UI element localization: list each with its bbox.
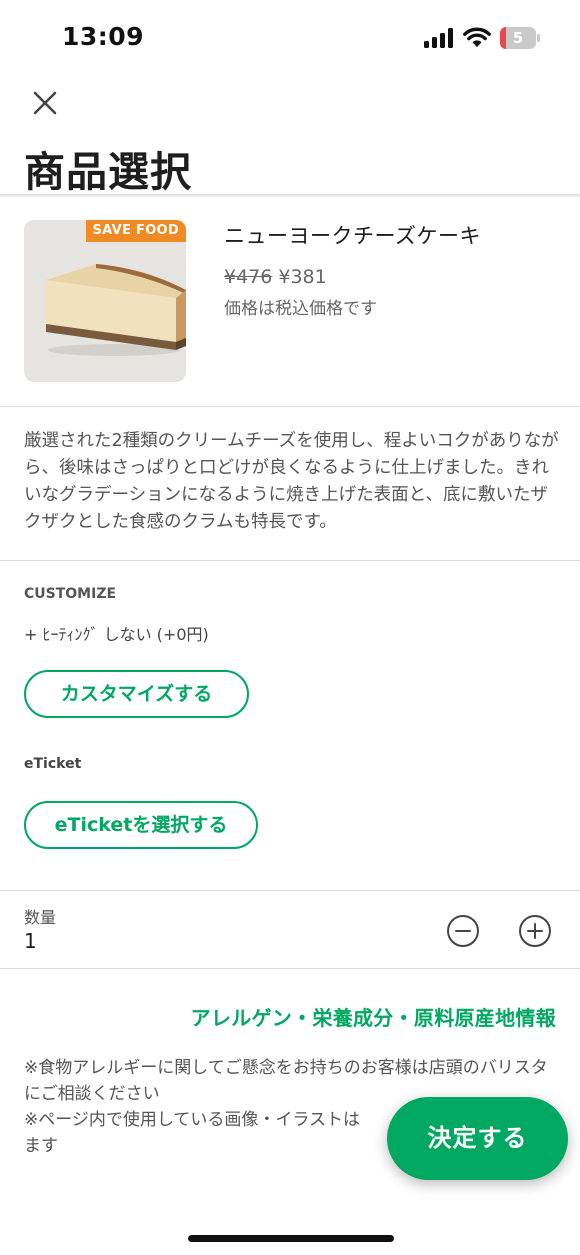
increase-quantity-button[interactable] bbox=[518, 914, 552, 948]
price-row: ¥476 ¥381 bbox=[224, 266, 327, 288]
divider bbox=[0, 968, 580, 969]
battery-level: 5 bbox=[512, 29, 524, 47]
select-eticket-button[interactable]: eTicketを選択する bbox=[24, 801, 258, 849]
home-indicator[interactable] bbox=[188, 1235, 394, 1242]
eticket-heading: eTicket bbox=[24, 756, 82, 772]
product-description: 厳選された2種類のクリームチーズを使用し、程よいコクがありながら、後味はさっぱり… bbox=[24, 431, 559, 532]
header-divider bbox=[0, 194, 580, 198]
product-image: SAVE FOOD bbox=[24, 220, 186, 382]
close-button[interactable] bbox=[26, 84, 64, 122]
divider bbox=[0, 406, 580, 407]
page-title: 商品選択 bbox=[24, 148, 192, 196]
status-time: 13:09 bbox=[62, 22, 145, 51]
customize-option: + ﾋｰﾃｨﾝｸﾞ しない (+0円) bbox=[24, 625, 209, 644]
discounted-price: ¥381 bbox=[278, 266, 327, 288]
allergen-info-link[interactable]: アレルゲン・栄養成分・原料原産地情報 bbox=[191, 1002, 556, 1031]
save-food-badge: SAVE FOOD bbox=[85, 220, 186, 242]
close-icon bbox=[33, 91, 57, 115]
status-bar: 13:09 5 bbox=[0, 0, 580, 78]
cellular-signal-icon bbox=[424, 28, 453, 48]
divider bbox=[0, 560, 580, 561]
minus-circle-icon bbox=[447, 915, 479, 947]
tax-note: 価格は税込価格です bbox=[224, 299, 377, 319]
cheesecake-image bbox=[46, 264, 186, 356]
wifi-icon bbox=[463, 27, 491, 47]
decrease-quantity-button[interactable] bbox=[446, 914, 480, 948]
quantity-label: 数量 bbox=[24, 908, 57, 927]
battery-tip bbox=[537, 34, 540, 42]
quantity-value: 1 bbox=[24, 929, 37, 953]
customize-button[interactable]: カスタマイズする bbox=[24, 670, 249, 718]
confirm-button[interactable]: 決定する bbox=[387, 1097, 568, 1180]
original-price: ¥476 bbox=[224, 266, 273, 288]
customize-heading: CUSTOMIZE bbox=[24, 586, 117, 602]
divider bbox=[0, 890, 580, 891]
product-name: ニューヨークチーズケーキ bbox=[224, 224, 481, 248]
plus-circle-icon bbox=[519, 915, 551, 947]
battery-icon: 5 bbox=[500, 27, 540, 49]
